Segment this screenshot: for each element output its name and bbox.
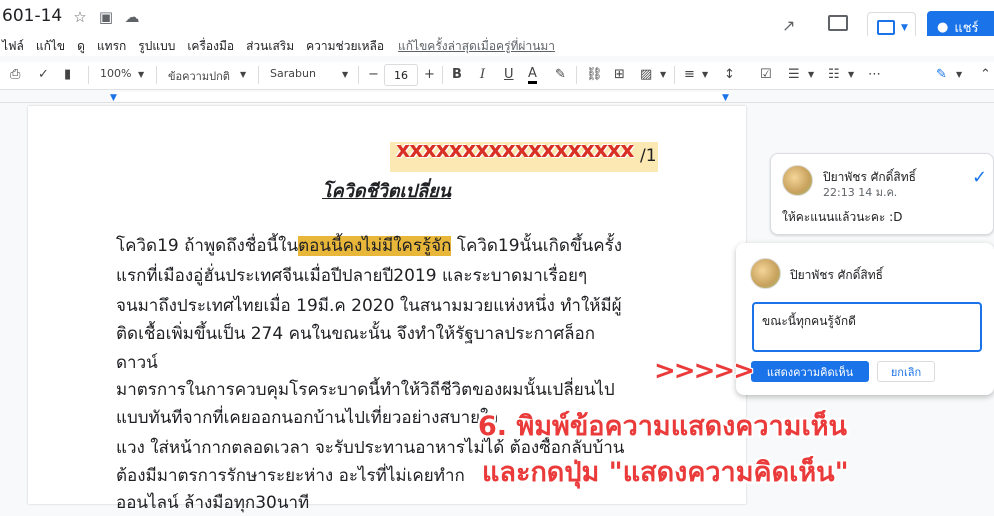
highlighted-text: ตอนนี้คงไม่มีใครรู้จัก — [298, 236, 452, 256]
paint-format-icon[interactable]: ▮ — [64, 67, 71, 82]
bulleted-list-icon[interactable]: ☰ — [788, 67, 800, 82]
ruler: ▼ ▼ — [0, 90, 994, 103]
menu-edit[interactable]: แก้ไข — [36, 37, 65, 56]
cloud-icon[interactable]: ☁ — [124, 9, 140, 25]
underline-button[interactable]: U — [504, 67, 514, 82]
comment-body: ให้คะแนนแล้วนะคะ :D — [782, 210, 903, 224]
document-title[interactable]: 601-14 — [2, 6, 62, 26]
chevron-down-icon: ▼ — [702, 70, 709, 79]
star-icon[interactable]: ☆ — [72, 9, 88, 25]
last-edit-link[interactable]: แก้ไขครั้งล่าสุดเมื่อครู่ที่ผ่านมา — [398, 37, 555, 56]
divider — [674, 66, 675, 84]
zoom-select[interactable]: 100% — [100, 67, 131, 80]
more-button[interactable]: ⋯ — [868, 67, 881, 82]
avatar — [782, 165, 813, 196]
chevron-down-icon: ▼ — [848, 70, 855, 79]
chevron-down-icon: ▼ — [808, 70, 815, 79]
folder-move-icon[interactable]: ▣ — [98, 9, 114, 25]
line-spacing-icon[interactable]: ↕ — [724, 67, 735, 82]
paragraph-line: ดาวน์ — [116, 353, 158, 373]
annotation-arrows: >>>>> — [654, 356, 755, 386]
divider — [88, 66, 89, 84]
paragraph-line: มาตรการในการควบคุมโรคระบาดนี้ทำให้วิถีชี… — [116, 380, 615, 400]
print-icon[interactable]: ⎙ — [10, 67, 20, 82]
comment-input[interactable]: ขณะนี้ทุกคนรู้จักดี — [752, 302, 982, 352]
title-bar: 601-14 ☆ ▣ ☁ ↗ ▼ ● แชร์ — [0, 0, 994, 44]
present-icon — [877, 20, 895, 35]
paragraph-line: จนมาถึงประเทศไทยเมื่อ 19มี.ค 2020 ในสนาม… — [116, 296, 622, 316]
menu-addons[interactable]: ส่วนเสริม — [246, 37, 294, 56]
divider — [576, 66, 577, 84]
italic-button[interactable]: I — [480, 67, 485, 82]
menu-insert[interactable]: แทรก — [97, 37, 126, 56]
indent-marker[interactable]: ▼ — [110, 93, 117, 103]
bold-button[interactable]: B — [452, 67, 462, 82]
chevron-down-icon: ▼ — [342, 70, 349, 79]
divider — [442, 66, 443, 84]
menu-file[interactable]: ไฟล์ — [2, 37, 24, 56]
avatar — [750, 258, 781, 289]
add-comment-icon[interactable]: ⊞ — [614, 67, 625, 82]
paragraph-line: แบบทันทีจากที่เคยออกนอกบ้านไปเที่ยวอย่าง… — [116, 408, 499, 428]
align-icon[interactable]: ≡ — [684, 67, 695, 82]
paragraph-line: ต้องมีมาตรการรักษาระยะห่าง อะไรที่ไม่เคย… — [116, 466, 465, 486]
menu-bar: ไฟล์ แก้ไข ดู แทรก รูปแบบ เครื่องมือ ส่ว… — [0, 36, 994, 56]
comment-time: 22:13 14 ม.ค. — [823, 186, 898, 199]
numbered-list-icon[interactable]: ☷ — [828, 67, 840, 82]
chevron-down-icon: ▼ — [901, 23, 908, 33]
chevron-down-icon: ▼ — [240, 70, 247, 79]
right-indent-marker[interactable]: ▼ — [722, 93, 729, 103]
chevron-down-icon: ▼ — [956, 70, 963, 79]
font-size-input[interactable]: 16 — [384, 64, 418, 86]
highlight-icon[interactable]: ✎ — [555, 67, 566, 82]
toolbar: ⎙ ✓ ▮ 100% ▼ ข้อความปกติ ▼ Sarabun ▼ − 1… — [0, 62, 994, 90]
style-select[interactable]: ข้อความปกติ — [168, 67, 230, 85]
menu-view[interactable]: ดู — [77, 37, 85, 56]
ruler-area — [113, 92, 726, 101]
increase-font-button[interactable]: + — [424, 67, 435, 82]
menu-tools[interactable]: เครื่องมือ — [187, 37, 234, 56]
resolve-check-icon[interactable]: ✓ — [972, 167, 987, 188]
paragraph-line: ออนไลน์ ล้างมือทุก30นาที — [116, 493, 310, 513]
divider — [258, 66, 259, 84]
cancel-button[interactable]: ยกเลิก — [877, 361, 935, 382]
divider — [156, 66, 157, 84]
link-icon[interactable]: ⛓ — [586, 67, 603, 82]
font-select[interactable]: Sarabun — [270, 67, 316, 80]
text-run: โควิด19 ถ้าพูดถึงชื่อนี้ใน — [116, 236, 299, 256]
text-color-button[interactable]: A — [528, 67, 537, 84]
document-heading: โควิดชีวิตเปลี่ยน — [322, 181, 451, 202]
comment-author: ปิยาพัชร ศักดิ์สิทธิ์ — [790, 268, 883, 282]
edit-mode-icon[interactable]: ✎ — [936, 67, 947, 82]
insert-image-icon[interactable]: ▨ — [640, 67, 652, 82]
share-label: แชร์ — [954, 21, 979, 36]
submit-comment-button[interactable]: แสดงความคิดเห็น — [751, 361, 869, 382]
chevron-down-icon: ▼ — [660, 70, 667, 79]
person-add-icon: ● — [937, 20, 949, 35]
decrease-font-button[interactable]: − — [368, 67, 379, 82]
chevron-down-icon: ▼ — [138, 70, 145, 79]
paragraph-line: โควิด19 ถ้าพูดถึงชื่อนี้ในตอนนี้คงไม่มีใ… — [116, 232, 622, 259]
comment-history-icon[interactable] — [828, 15, 848, 31]
text-run: โควิด19นั้นเกิดขึ้นครั้ง — [451, 236, 622, 256]
annotation-instruction: 6. พิมพ์ข้อความแสดงความเห็น — [478, 411, 847, 442]
page-marker: /1 — [640, 146, 657, 166]
menu-help[interactable]: ความช่วยเหลือ — [306, 37, 384, 56]
collapse-icon[interactable]: ⌃ — [980, 67, 991, 82]
checklist-icon[interactable]: ☑ — [760, 67, 772, 82]
spellcheck-icon[interactable]: ✓ — [38, 67, 49, 82]
menu-format[interactable]: รูปแบบ — [138, 37, 175, 56]
divider — [358, 66, 359, 84]
redacted-text: xxxxxxxxxxxxxxxxxx — [396, 138, 634, 163]
title-icons: ☆ ▣ ☁ — [72, 9, 140, 25]
paragraph-line: ติดเชื้อเพิ่มขึ้นเป็น 274 คนในขณะนั้น จึ… — [116, 324, 596, 344]
activity-trend-icon[interactable]: ↗ — [782, 16, 795, 35]
annotation-instruction: และกดปุ่ม "แสดงความคิดเห็น" — [482, 457, 849, 488]
paragraph-line: แรกที่เมืองอู่ฮั่นประเทศจีนเมื่อปีปลายปี… — [116, 266, 588, 286]
